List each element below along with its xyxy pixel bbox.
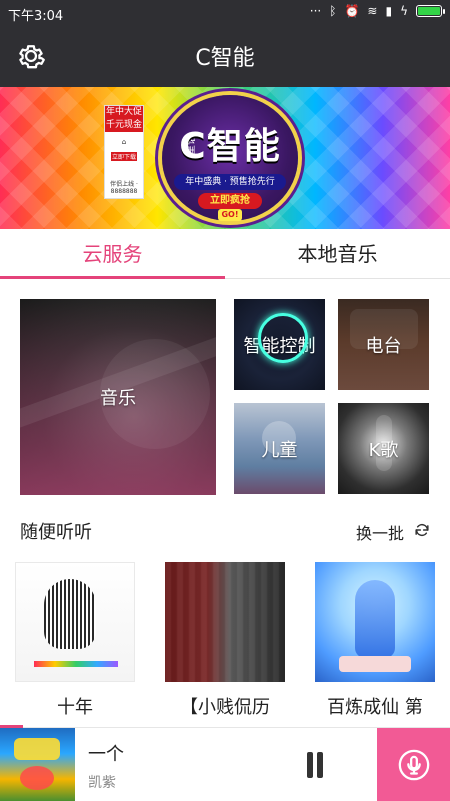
promo-card-top: 年中大促 千元现金券 <box>105 106 143 143</box>
service-tiles: 音乐 智能控制 电台 儿童 K歌 <box>0 279 450 502</box>
top-tabs: 云服务 本地音乐 <box>0 229 450 279</box>
promo-card-tag: 立即下载 <box>111 152 137 161</box>
smart-control-tile[interactable]: 智能控制 <box>234 299 325 390</box>
app-header: C智能 <box>0 25 450 87</box>
mic-icon <box>398 749 429 780</box>
promo-badge-title: C智能 <box>179 126 281 167</box>
recommendation-cover[interactable] <box>15 562 135 682</box>
bluetooth-icon: ᛒ <box>329 4 337 18</box>
promo-badge-buy: 立即疯抢 <box>198 193 262 209</box>
now-playing-artist: 凯紫 <box>88 775 116 791</box>
section-title: 随便听听 <box>20 522 92 543</box>
now-playing-title[interactable]: 一个 <box>88 740 124 766</box>
mini-player: 一个 凯紫 <box>0 725 450 801</box>
status-icons: ··· ᛒ ⏰ ≋ ▮ ϟ <box>309 4 445 18</box>
smart-control-tile-label: 智能控制 <box>243 335 316 357</box>
charging-icon: ϟ <box>400 4 408 18</box>
promo-card: 年中大促 千元现金券 ⌂ 立即下载 伴侣上线 · 8888888 <box>104 105 144 199</box>
signal-icon: ▮ <box>385 4 393 18</box>
kids-tile-label: 儿童 <box>261 439 298 461</box>
promo-badge: 星语 C智能 年中盛典 · 预售抢先行 立即疯抢 GO! <box>162 95 298 221</box>
promo-card-logo: ⌂ <box>121 138 127 146</box>
recommendation-title[interactable]: 百炼成仙 第 <box>300 693 450 719</box>
refresh-button[interactable]: 换一批 <box>356 520 404 544</box>
pause-icon[interactable] <box>304 752 326 778</box>
karaoke-tile-label: K歌 <box>368 439 399 461</box>
wifi-icon: ≋ <box>367 4 378 18</box>
recommendation-title[interactable]: 【小贱侃历 <box>150 693 300 719</box>
status-time: 下午3:04 <box>8 9 64 24</box>
page-title: C智能 <box>195 46 255 71</box>
recommendations-row: 十年 【小贱侃历 百炼成仙 第 <box>0 557 450 727</box>
refresh-icon[interactable] <box>412 520 432 540</box>
kids-tile[interactable]: 儿童 <box>234 403 325 494</box>
music-tile[interactable]: 音乐 <box>20 299 216 495</box>
tab-cloud-service[interactable]: 云服务 <box>0 229 225 279</box>
radio-tile-label: 电台 <box>365 335 402 357</box>
voice-input-button[interactable] <box>377 728 450 801</box>
recommendation-title[interactable]: 十年 <box>0 693 150 719</box>
alarm-icon: ⏰ <box>344 4 360 18</box>
promo-banner[interactable]: 年中大促 千元现金券 ⌂ 立即下载 伴侣上线 · 8888888 星语 C智能 … <box>0 87 450 229</box>
promo-badge-go: GO! <box>218 209 242 221</box>
battery-fill <box>418 7 440 15</box>
promo-badge-strip: 年中盛典 · 预售抢先行 <box>174 174 286 190</box>
karaoke-tile[interactable]: K歌 <box>338 403 429 494</box>
radio-tile[interactable]: 电台 <box>338 299 429 390</box>
music-tile-label: 音乐 <box>100 388 136 409</box>
recommendation-cover[interactable] <box>315 562 435 682</box>
more-dots-icon: ··· <box>309 4 322 18</box>
promo-card-small: 伴侣上线 · 8888888 <box>110 181 138 195</box>
battery-icon <box>416 5 445 17</box>
now-playing-cover[interactable] <box>0 728 75 801</box>
random-listen-header: 随便听听 换一批 <box>0 502 450 557</box>
promo-card-text-top: 年中大促 <box>105 107 142 117</box>
recommendation-cover[interactable] <box>165 562 285 682</box>
status-bar: 下午3:04 ··· ᛒ ⏰ ≋ ▮ ϟ <box>0 0 450 25</box>
tab-local-music[interactable]: 本地音乐 <box>225 229 450 279</box>
